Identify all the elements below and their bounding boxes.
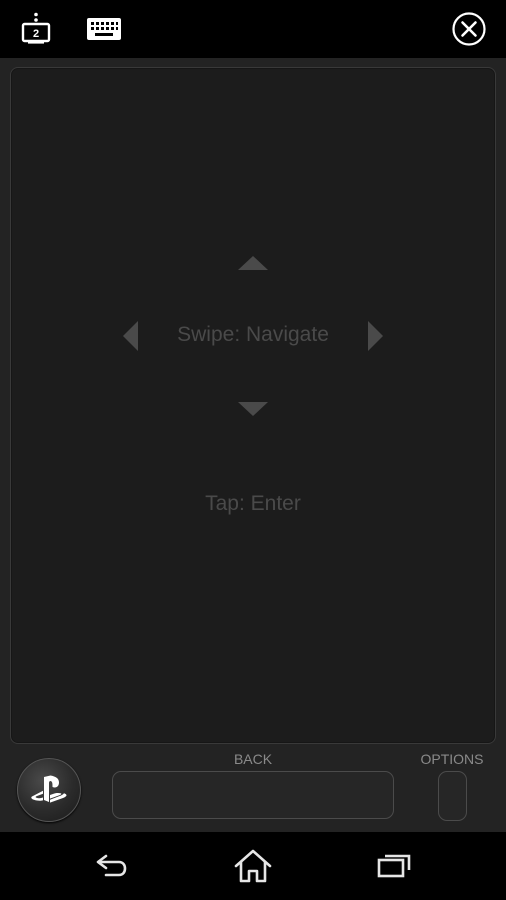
touchpad-area[interactable]: Swipe: Navigate Tap: Enter	[10, 67, 496, 744]
nav-home-button[interactable]	[231, 846, 275, 886]
system-nav-bar	[0, 832, 506, 900]
arrow-down-icon	[238, 402, 268, 416]
close-button[interactable]	[448, 8, 490, 50]
close-circle-icon	[452, 12, 486, 46]
recents-icon	[377, 854, 411, 878]
nav-recents-button[interactable]	[372, 846, 416, 886]
arrow-up-icon	[238, 256, 268, 270]
second-screen-icon: 2	[21, 12, 51, 44]
options-button[interactable]	[438, 771, 467, 821]
home-icon	[234, 849, 272, 883]
back-button[interactable]	[112, 771, 394, 819]
nav-back-button[interactable]	[90, 846, 134, 886]
arrow-right-icon	[368, 321, 383, 351]
ps-button[interactable]	[17, 758, 81, 822]
playstation-logo-icon	[31, 775, 67, 803]
tap-hint: Tap: Enter	[205, 492, 301, 515]
swipe-hint: Swipe: Navigate	[177, 323, 329, 346]
keyboard-button[interactable]	[83, 8, 125, 50]
top-toolbar: 2	[0, 0, 506, 58]
second-screen-button[interactable]: 2	[15, 8, 57, 50]
controller-surface: Swipe: Navigate Tap: Enter BACK OPTIONS	[0, 58, 506, 832]
keyboard-icon	[87, 18, 121, 40]
back-arrow-icon	[96, 854, 127, 877]
back-label: BACK	[233, 751, 273, 767]
remote-screen: 2 Swipe: Navigate Tap: Enter BACK OPTION…	[0, 0, 506, 900]
options-label: OPTIONS	[420, 751, 484, 767]
second-screen-number: 2	[33, 28, 39, 40]
